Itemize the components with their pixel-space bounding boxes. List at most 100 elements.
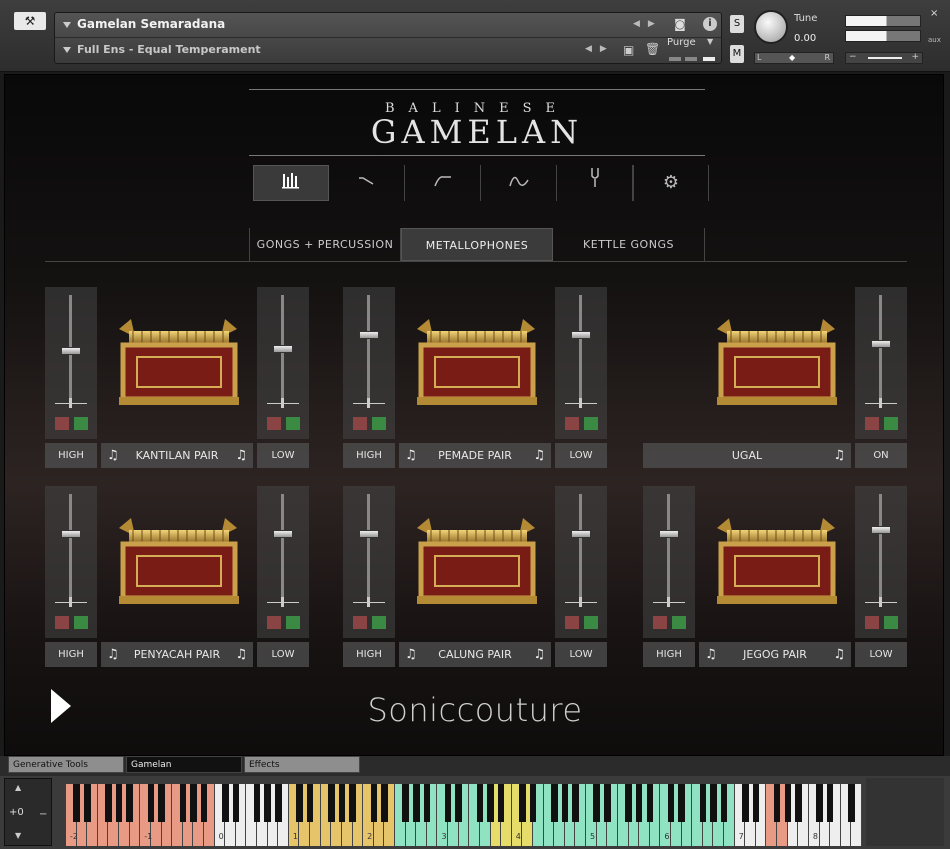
right-enable-button[interactable]	[584, 417, 598, 430]
black-key[interactable]	[338, 784, 346, 822]
black-key[interactable]	[476, 784, 484, 822]
tuning-fork-icon[interactable]	[557, 165, 633, 201]
fader-thumb[interactable]	[659, 530, 679, 539]
right-mute-button[interactable]	[865, 417, 879, 430]
black-key[interactable]	[826, 784, 834, 822]
black-key[interactable]	[678, 784, 685, 822]
left-volume-fader[interactable]	[343, 287, 395, 439]
black-key[interactable]	[593, 784, 600, 822]
preset-name[interactable]: Full Ens - Equal Temperament	[77, 43, 261, 56]
left-enable-button[interactable]	[672, 616, 686, 629]
music-note-icon[interactable]: ♫	[833, 443, 845, 468]
black-key[interactable]	[84, 784, 91, 822]
instrument-nav-arrows-icon[interactable]: ◀▶	[633, 19, 663, 29]
envelope-icon[interactable]	[329, 165, 405, 201]
tab-gamelan[interactable]: Gamelan	[126, 756, 242, 773]
black-key[interactable]	[179, 784, 187, 822]
right-volume-fader[interactable]	[555, 486, 607, 638]
fader-thumb[interactable]	[273, 344, 293, 353]
camera-icon[interactable]: ◙	[671, 17, 689, 31]
black-key[interactable]	[275, 784, 282, 822]
play-icon[interactable]	[51, 689, 71, 723]
right-enable-button[interactable]	[584, 616, 598, 629]
fader-thumb[interactable]	[571, 331, 591, 340]
instrument-name-box[interactable]: ♫ PENYACAH PAIR ♫	[101, 642, 253, 667]
black-key[interactable]	[720, 784, 728, 822]
right-volume-fader[interactable]	[855, 486, 907, 638]
black-key[interactable]	[795, 784, 802, 822]
octave-down-icon[interactable]: ▼	[15, 831, 21, 840]
info-icon[interactable]: i	[703, 17, 717, 31]
black-key[interactable]	[402, 784, 409, 822]
black-key[interactable]	[635, 784, 643, 822]
music-note-icon[interactable]: ♫	[405, 443, 417, 468]
instrument-name[interactable]: Gamelan Semaradana	[77, 17, 225, 31]
right-mute-button[interactable]	[565, 616, 579, 629]
black-key[interactable]	[105, 784, 112, 822]
black-key[interactable]	[349, 784, 356, 822]
instrument-name-box[interactable]: ♫ KANTILAN PAIR ♫	[101, 443, 253, 468]
mute-button[interactable]: M	[730, 45, 744, 63]
volume-plus[interactable]: +	[911, 52, 919, 62]
instrument-name-box[interactable]: ♫ PEMADE PAIR ♫	[399, 443, 551, 468]
right-label[interactable]: LOW	[555, 642, 607, 667]
octave-control[interactable]: ▲ +0 ▼ −	[4, 778, 52, 846]
black-key[interactable]	[848, 784, 855, 822]
fader-thumb[interactable]	[61, 530, 81, 539]
attack-icon[interactable]	[405, 165, 481, 201]
tab-effects[interactable]: Effects	[244, 756, 360, 773]
music-note-icon[interactable]: ♫	[107, 642, 119, 667]
black-key[interactable]	[699, 784, 707, 822]
black-key[interactable]	[296, 784, 303, 822]
left-volume-fader[interactable]	[45, 287, 97, 439]
collapse-triangle-icon[interactable]	[63, 22, 71, 28]
music-note-icon[interactable]: ♫	[533, 642, 545, 667]
left-volume-fader[interactable]	[643, 486, 695, 638]
close-icon[interactable]: ×	[930, 8, 938, 19]
volume-slider[interactable]: − +	[845, 52, 923, 64]
fader-thumb[interactable]	[359, 530, 379, 539]
black-key[interactable]	[752, 784, 760, 822]
left-mute-button[interactable]	[55, 417, 69, 430]
black-key[interactable]	[604, 784, 611, 822]
left-mute-button[interactable]	[55, 616, 69, 629]
fader-thumb[interactable]	[359, 331, 379, 340]
black-key[interactable]	[572, 784, 579, 822]
purge-chevron-icon[interactable]: ▼	[707, 37, 713, 46]
music-note-icon[interactable]: ♫	[235, 642, 247, 667]
black-key[interactable]	[306, 784, 314, 822]
right-enable-button[interactable]	[884, 417, 898, 430]
black-key[interactable]	[529, 784, 537, 822]
black-key[interactable]	[487, 784, 494, 822]
left-enable-button[interactable]	[74, 417, 88, 430]
black-key[interactable]	[423, 784, 431, 822]
left-mute-button[interactable]	[653, 616, 667, 629]
save-icon[interactable]: ▣	[623, 43, 634, 57]
left-mute-button[interactable]	[353, 616, 367, 629]
right-label[interactable]: LOW	[555, 443, 607, 468]
right-label[interactable]: LOW	[257, 642, 309, 667]
black-key[interactable]	[158, 784, 165, 822]
black-key[interactable]	[710, 784, 717, 822]
right-volume-fader[interactable]	[855, 287, 907, 439]
black-key[interactable]	[190, 784, 197, 822]
black-key[interactable]	[742, 784, 749, 822]
right-enable-button[interactable]	[286, 616, 300, 629]
octave-up-icon[interactable]: ▲	[15, 783, 21, 792]
black-key[interactable]	[381, 784, 388, 822]
right-mute-button[interactable]	[267, 616, 281, 629]
left-enable-button[interactable]	[372, 616, 386, 629]
black-key[interactable]	[328, 784, 335, 822]
right-mute-button[interactable]	[565, 417, 579, 430]
black-key[interactable]	[784, 784, 791, 822]
piano-keyboard[interactable]: -2 -1 0 1 2 3 4 5 6 7 8	[66, 784, 862, 846]
left-mute-button[interactable]	[353, 417, 367, 430]
right-mute-button[interactable]	[267, 417, 281, 430]
music-note-icon[interactable]: ♫	[533, 443, 545, 468]
left-label[interactable]: HIGH	[45, 443, 97, 468]
fader-thumb[interactable]	[61, 347, 81, 355]
purge-dropdown[interactable]: Purge	[667, 37, 696, 48]
preset-nav-arrows-icon[interactable]: ◀▶	[585, 44, 615, 54]
tab-generative-tools[interactable]: Generative Tools	[8, 756, 124, 773]
fader-thumb[interactable]	[871, 526, 891, 535]
